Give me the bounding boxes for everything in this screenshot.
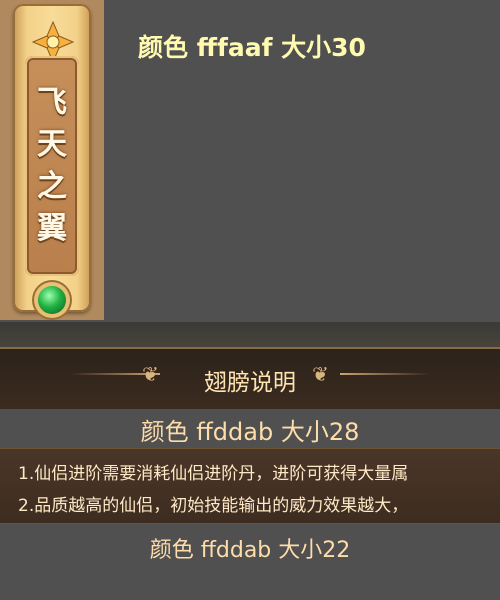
description-line-2: 2.品质越高的仙侣，初始技能输出的威力效果越大， bbox=[18, 496, 409, 516]
section-title: 翅膀说明 bbox=[204, 370, 296, 396]
vertical-title: 飞天之翼 bbox=[37, 85, 67, 246]
description-line-1: 1.仙侣进阶需要消耗仙侣进阶丹，进阶可获得大量属 bbox=[18, 464, 409, 484]
swirl-left-icon: ❦ bbox=[142, 362, 159, 386]
description-box: 1.仙侣进阶需要消耗仙侣进阶丹，进阶可获得大量属 2.品质越高的仙侣，初始技能输… bbox=[0, 448, 500, 524]
middle-caption: 颜色 ffddab 大小28 bbox=[140, 418, 360, 446]
top-caption: 颜色 fffaaf 大小30 bbox=[138, 33, 366, 62]
bottom-caption: 颜色 ffddab 大小22 bbox=[149, 538, 351, 563]
divider-right bbox=[340, 373, 430, 375]
title-plaque: 飞天之翼 bbox=[13, 4, 91, 314]
swirl-right-icon: ❦ bbox=[312, 362, 329, 386]
side-title-panel: 飞天之翼 bbox=[0, 0, 104, 320]
gem-icon bbox=[38, 286, 66, 314]
title-frame: 飞天之翼 bbox=[25, 56, 79, 276]
section-panel: 翅膀说明 bbox=[0, 347, 500, 409]
